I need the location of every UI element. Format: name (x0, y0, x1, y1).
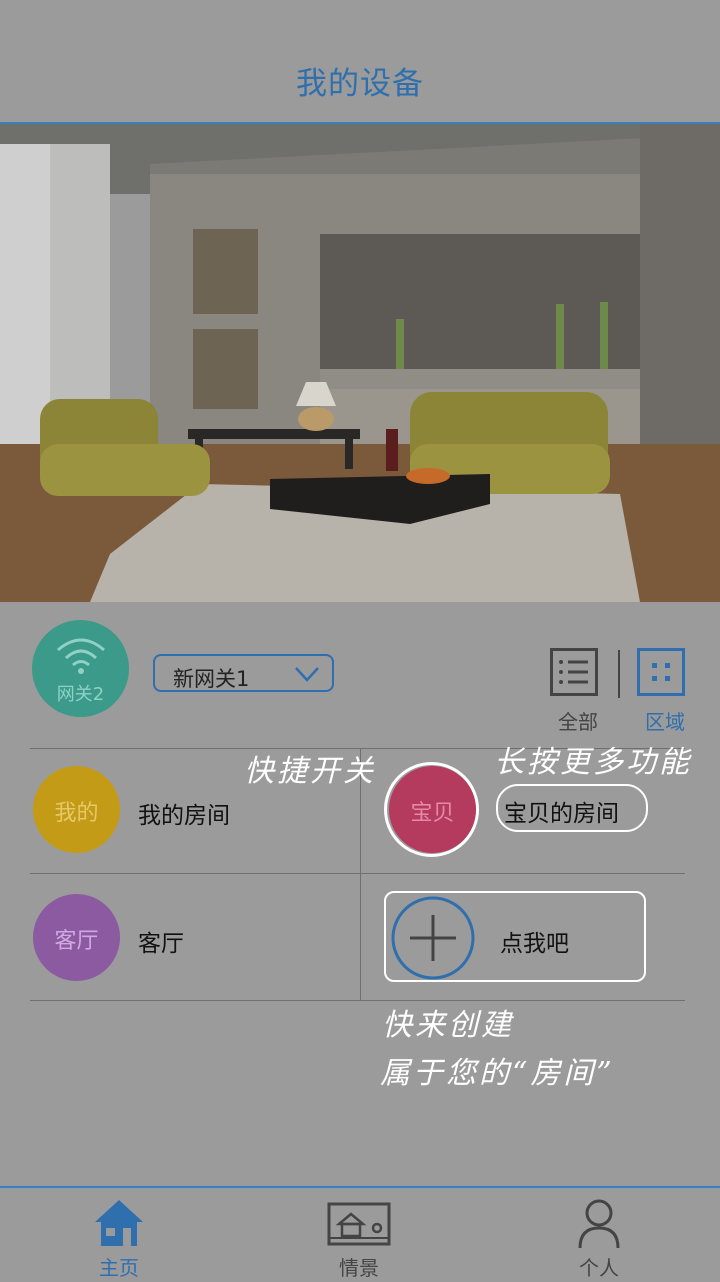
view-area-button[interactable]: 区域 (637, 648, 693, 734)
tab-profile-label: 个人 (579, 1256, 619, 1280)
chevron-down-icon (295, 667, 319, 682)
add-room-button[interactable]: 点我吧 (384, 891, 646, 982)
grid-icon (637, 648, 685, 696)
tab-scene-label: 情景 (339, 1256, 379, 1280)
grid-divider (30, 1000, 685, 1001)
gateway-label: 网关2 (56, 684, 105, 705)
tab-profile[interactable]: 个人 (539, 1188, 659, 1282)
room-name-my-room[interactable]: 我的房间 (138, 796, 230, 830)
gateway-button[interactable]: 网关2 (32, 620, 129, 717)
gateway-select[interactable]: 新网关1 (153, 654, 334, 692)
person-icon (578, 1199, 620, 1249)
hint-long-press: 长按更多功能 (494, 745, 692, 780)
view-divider (618, 650, 620, 698)
room-hero-image (0, 124, 720, 602)
room-name-living-room[interactable]: 客厅 (138, 924, 184, 958)
plus-icon (391, 896, 475, 980)
tab-home-label: 主页 (99, 1256, 139, 1280)
hint-quick-switch: 快捷开关 (244, 754, 376, 789)
room-badge-living-room[interactable]: 客厅 (33, 894, 120, 981)
bottom-tab-bar: 主页 情景 个人 (0, 1186, 720, 1282)
view-area-label: 区域 (645, 710, 685, 734)
grid-divider (30, 873, 685, 874)
page-title: 我的设备 (296, 66, 424, 102)
view-all-button[interactable]: 全部 (550, 648, 606, 734)
room-name-baby-room[interactable]: 宝贝的房间 (504, 794, 619, 828)
room-badge-label: 宝贝 (410, 801, 455, 826)
view-all-label: 全部 (558, 710, 598, 734)
tab-scene[interactable]: 情景 (299, 1188, 419, 1282)
list-icon (550, 648, 598, 696)
hint-create-line1: 快来创建 (382, 1008, 514, 1043)
room-badge-my-room[interactable]: 我的 (33, 766, 120, 853)
tab-home[interactable]: 主页 (59, 1188, 179, 1282)
room-badge-label: 客厅 (54, 929, 99, 954)
room-badge-label: 我的 (54, 801, 99, 826)
room-badge-baby-room[interactable]: 宝贝 (389, 766, 476, 853)
scene-icon (327, 1202, 391, 1246)
header-bar: 我的设备 (0, 0, 720, 124)
hint-create-line2: 属于您的“房间” (380, 1056, 615, 1091)
home-icon (95, 1200, 143, 1246)
add-room-label: 点我吧 (500, 931, 569, 957)
wifi-icon (57, 638, 105, 674)
gateway-selected-value: 新网关1 (173, 667, 250, 691)
